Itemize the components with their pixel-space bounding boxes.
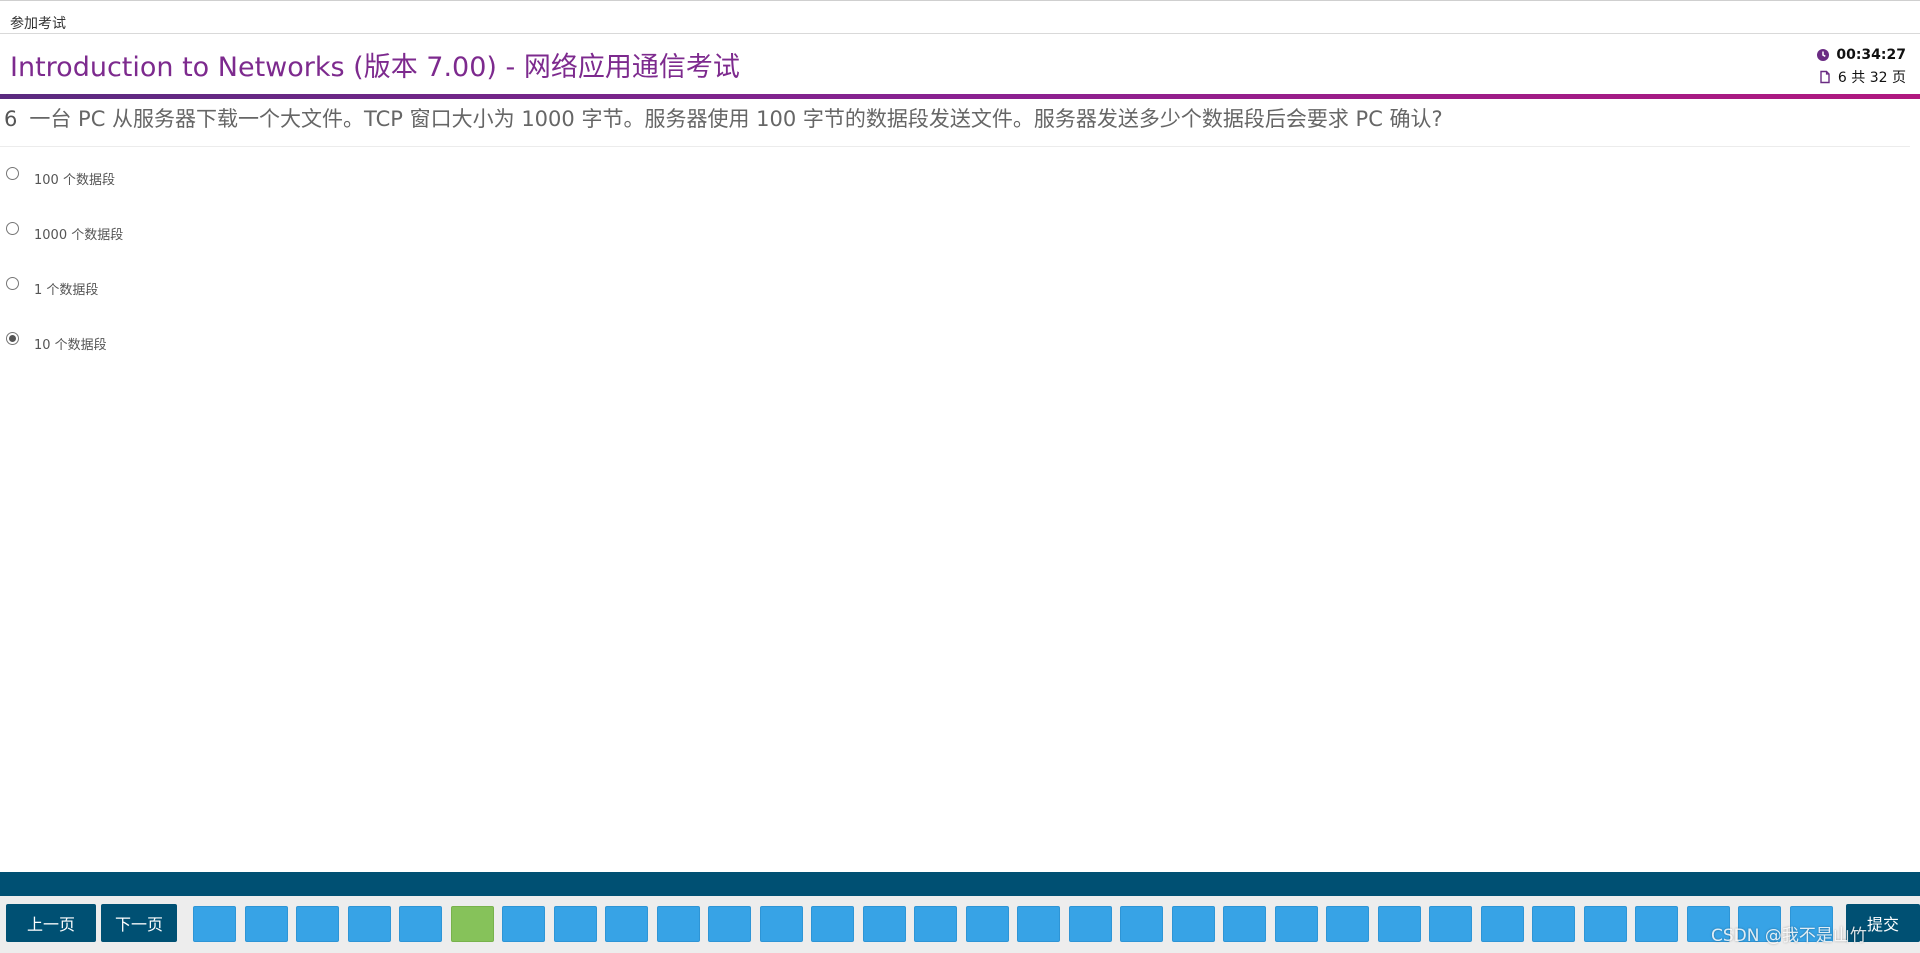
question-nav-button[interactable]: [811, 906, 854, 942]
question-nav-button[interactable]: [1635, 906, 1678, 942]
question-nav-button[interactable]: [1068, 906, 1112, 942]
question-nav-button[interactable]: [965, 906, 1009, 942]
exam-footer: 上一页 下一页 提交: [0, 896, 1920, 953]
clock-icon: [1817, 49, 1830, 61]
question-nav-button[interactable]: [1532, 906, 1575, 942]
question-nav-button[interactable]: [502, 906, 545, 942]
footer-band: [0, 872, 1920, 896]
answer-option[interactable]: 10 个数据段: [6, 327, 806, 382]
question-nav-button[interactable]: [399, 906, 442, 942]
question-divider: [0, 146, 1910, 147]
question-nav-button[interactable]: [1017, 906, 1060, 942]
exam-title: Introduction to Networks (版本 7.00) - 网络应…: [10, 52, 740, 83]
page-info-row: 6 共 32 页: [1786, 66, 1906, 88]
question-nav-button[interactable]: [296, 906, 339, 942]
page-icon: [1820, 70, 1830, 84]
radio-button[interactable]: [6, 277, 19, 290]
next-page-button[interactable]: 下一页: [101, 904, 177, 942]
question-nav-button[interactable]: [193, 906, 236, 942]
question-body: 一台 PC 从服务器下载一个大文件。TCP 窗口大小为 1000 字节。服务器使…: [29, 107, 1443, 131]
exam-meta: 00:34:27 6 共 32 页: [1786, 44, 1906, 88]
question-nav-button[interactable]: [656, 906, 700, 942]
exam-header: Introduction to Networks (版本 7.00) - 网络应…: [0, 34, 1920, 94]
question-nav-button[interactable]: [347, 906, 391, 942]
radio-button-selected[interactable]: [6, 332, 19, 345]
option-label[interactable]: 1 个数据段: [34, 279, 98, 298]
watermark: CSDN @我不是山竹: [1711, 926, 1867, 946]
header-accent-bar: [0, 94, 1920, 99]
question-nav-button[interactable]: [244, 906, 288, 942]
radio-button[interactable]: [6, 167, 19, 180]
radio-button[interactable]: [6, 222, 19, 235]
question-nav-button[interactable]: [862, 906, 906, 942]
question-nav-button[interactable]: [1120, 906, 1163, 942]
timer-row: 00:34:27: [1786, 44, 1906, 66]
answer-option[interactable]: 1 个数据段: [6, 272, 806, 327]
question-number: 6: [4, 107, 18, 131]
question-nav-button[interactable]: [759, 906, 803, 942]
option-label[interactable]: 100 个数据段: [34, 169, 115, 188]
answer-option[interactable]: 1000 个数据段: [6, 217, 806, 272]
question-nav-button[interactable]: [1274, 906, 1318, 942]
question-nav-button-current[interactable]: [450, 906, 494, 942]
question-navigator: [193, 906, 1841, 942]
exam-timer: 00:34:27: [1836, 47, 1906, 63]
option-label[interactable]: 1000 个数据段: [34, 224, 123, 243]
question-nav-button[interactable]: [1326, 906, 1369, 942]
top-breadcrumb-bar: 参加考试: [0, 0, 1920, 34]
answer-options: 100 个数据段 1000 个数据段 1 个数据段 10 个数据段: [6, 162, 806, 382]
page-counter: 6 共 32 页: [1837, 70, 1906, 86]
breadcrumb: 参加考试: [10, 16, 66, 32]
question-nav-button[interactable]: [1223, 906, 1266, 942]
question-nav-button[interactable]: [1583, 906, 1627, 942]
option-label[interactable]: 10 个数据段: [34, 334, 107, 353]
question-nav-button[interactable]: [1480, 906, 1524, 942]
question-nav-button[interactable]: [1377, 906, 1421, 942]
question-nav-button[interactable]: [914, 906, 957, 942]
previous-page-button[interactable]: 上一页: [6, 904, 96, 942]
question-nav-button[interactable]: [605, 906, 648, 942]
question-nav-button[interactable]: [1429, 906, 1472, 942]
question-nav-button[interactable]: [553, 906, 597, 942]
question-nav-button[interactable]: [708, 906, 751, 942]
answer-option[interactable]: 100 个数据段: [6, 162, 806, 217]
question-text: 6 一台 PC 从服务器下载一个大文件。TCP 窗口大小为 1000 字节。服务器…: [4, 103, 1914, 133]
question-nav-button[interactable]: [1171, 906, 1215, 942]
